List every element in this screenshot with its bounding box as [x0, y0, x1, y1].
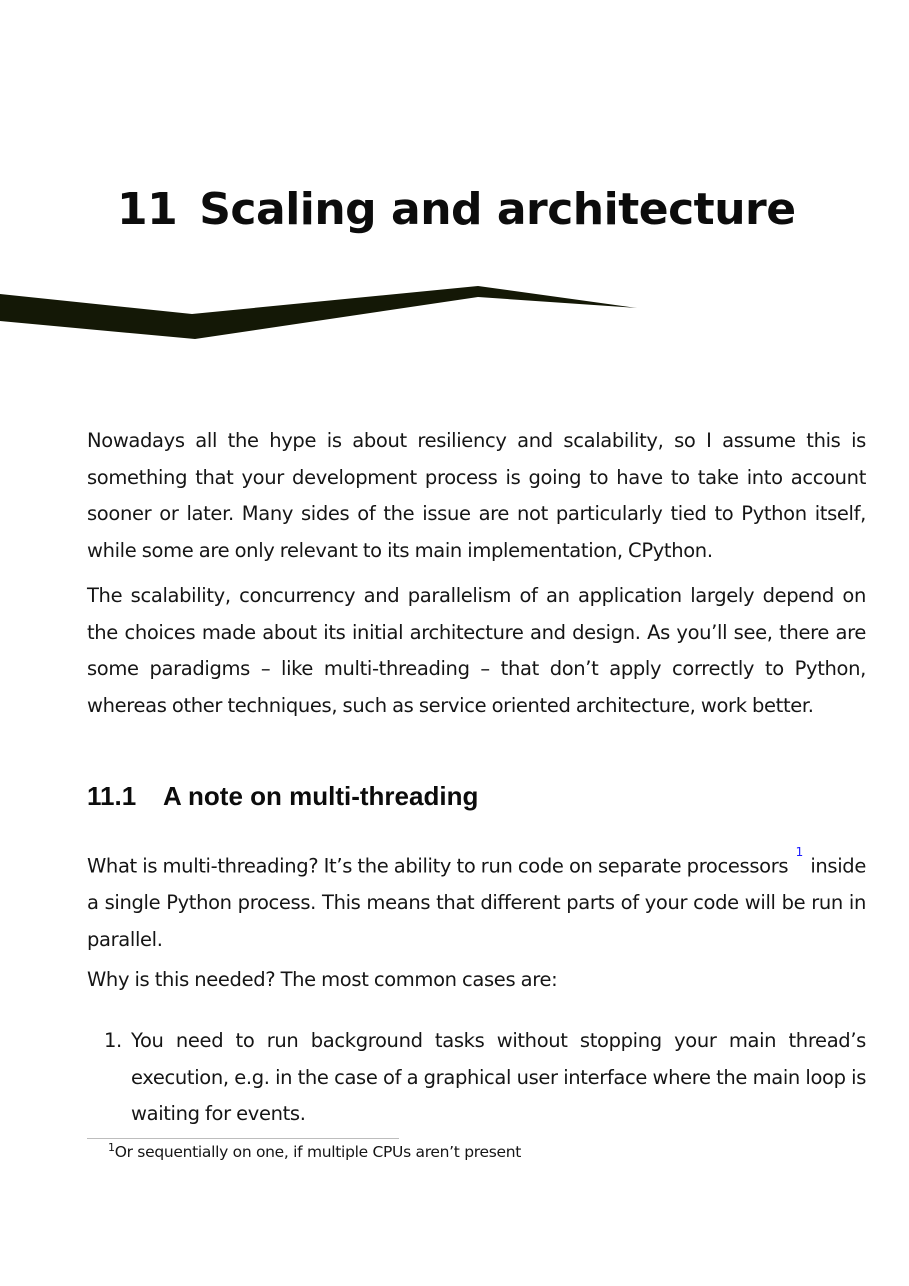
footnote-text: Or sequentially on one, if multiple CPUs…	[114, 1143, 522, 1161]
page: { "chapter": { "number": "11", "title": …	[0, 0, 909, 1286]
section-heading: 11.1 A note on multi-threading	[87, 780, 478, 812]
intro-paragraph-2: The scalability, concurrency and paralle…	[87, 584, 866, 717]
chapter-title-text: Scaling and architecture	[199, 184, 796, 235]
footnote-reference-link[interactable]: 1	[796, 845, 804, 859]
footnote: 1Or sequentially on one, if multiple CPU…	[108, 1141, 521, 1165]
list-item-marker: 1.	[104, 1029, 122, 1052]
decorative-brush-stroke	[0, 286, 637, 339]
section-number: 11.1	[87, 781, 137, 811]
numbered-list: 1. You need to run background tasks with…	[87, 1023, 866, 1133]
intro-paragraph-1: Nowadays all the hype is about resilienc…	[87, 429, 866, 562]
chapter-title: 11 Scaling and architecture	[117, 182, 796, 238]
section-paragraph-1-before: What is multi-threading? It’s the abilit…	[87, 854, 789, 878]
chapter-number: 11	[117, 184, 178, 235]
section-title-text: A note on multi-threading	[163, 781, 479, 811]
list-item-text: You need to run background tasks without…	[131, 1029, 866, 1125]
section-paragraph-2: Why is this needed? The most common case…	[87, 968, 558, 991]
list-item: 1. You need to run background tasks with…	[87, 1023, 866, 1133]
footnote-divider	[87, 1138, 399, 1139]
section-paragraph-1: What is multi-threading? It’s the abilit…	[87, 843, 866, 958]
footnote-mark: 1	[108, 1141, 115, 1154]
